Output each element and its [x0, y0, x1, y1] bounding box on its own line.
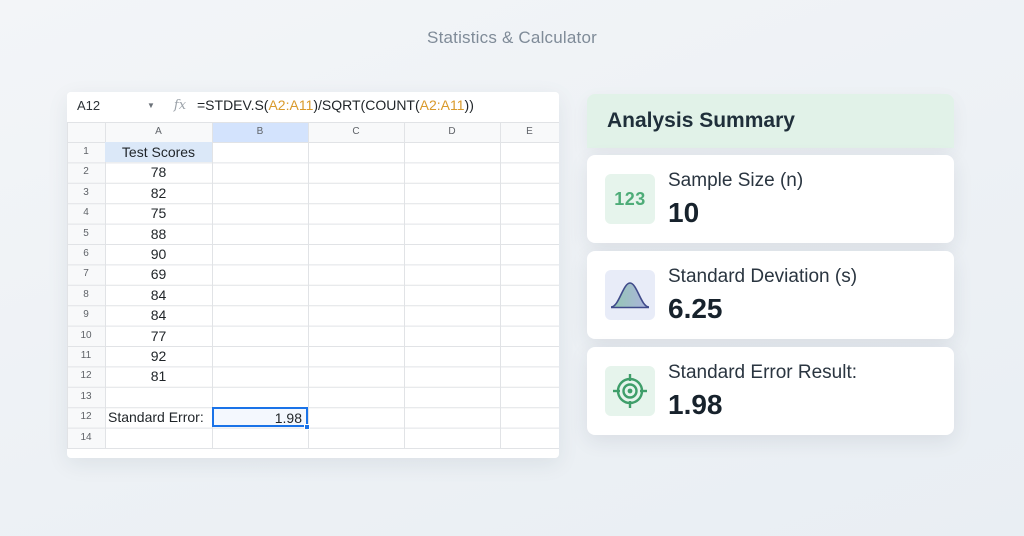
row-header[interactable]: 1 — [67, 142, 105, 162]
page-title: Statistics & Calculator — [427, 28, 597, 47]
score-cell[interactable]: 81 — [105, 366, 212, 386]
formula-range-reference: A2:A11 — [419, 97, 465, 113]
score-cell[interactable]: 84 — [105, 305, 212, 325]
column-header-d[interactable]: D — [404, 122, 500, 142]
score-cell[interactable]: 92 — [105, 346, 212, 366]
formula-text: )) — [464, 97, 474, 113]
std-error-card: Standard Error Result: 1.98 — [587, 347, 954, 435]
summary-header: Analysis Summary — [587, 94, 954, 148]
score-cell[interactable]: 82 — [105, 183, 212, 203]
dropdown-caret-icon[interactable]: ▼ — [147, 101, 155, 110]
row-header[interactable]: 3 — [67, 183, 105, 203]
score-cell[interactable]: 88 — [105, 224, 212, 244]
row-header[interactable]: 14 — [67, 428, 105, 448]
result-cell[interactable]: 1.98 — [212, 407, 308, 428]
row-header[interactable]: 12 — [67, 366, 105, 386]
column-header-b[interactable]: B — [212, 122, 308, 142]
column-header-c[interactable]: C — [308, 122, 404, 142]
row-header[interactable]: 12 — [67, 407, 105, 427]
page: Statistics & Calculator A12 ▼ fx =STDEV.… — [0, 0, 1024, 536]
score-cell[interactable]: 77 — [105, 326, 212, 346]
sample-size-value: 10 — [668, 197, 700, 228]
result-label-cell[interactable]: Standard Error: — [105, 407, 212, 427]
number-123-icon-text: 123 — [614, 188, 646, 209]
formula-text: )/SQRT(COUNT( — [313, 97, 420, 113]
score-cell[interactable]: 75 — [105, 203, 212, 223]
row-header[interactable]: 2 — [67, 162, 105, 182]
spreadsheet: A12 ▼ fx =STDEV.S(A2:A11)/SQRT(COUNT(A2:… — [67, 92, 559, 458]
formula-input[interactable]: =STDEV.S(A2:A11)/SQRT(COUNT(A2:A11)) — [197, 97, 474, 113]
row-header[interactable]: 10 — [67, 326, 105, 346]
cell-grid: A B C D E 1 2 3 4 5 6 7 8 9 10 11 12 13 12 14 Test Scores 78 8… — [67, 122, 559, 458]
name-box[interactable]: A12 ▼ — [67, 92, 163, 118]
std-dev-card: Standard Deviation (s) 6.25 — [587, 251, 954, 339]
row-header[interactable]: 13 — [67, 387, 105, 407]
std-error-value: 1.98 — [668, 389, 723, 420]
sample-size-card: 123 Sample Size (n) 10 — [587, 155, 954, 243]
column-header-a[interactable]: A — [105, 122, 212, 142]
row-header[interactable]: 4 — [67, 203, 105, 223]
row-header[interactable]: 6 — [67, 244, 105, 264]
row-header[interactable]: 11 — [67, 346, 105, 366]
bell-curve-icon — [605, 270, 655, 320]
formula-range-reference: A2:A11 — [268, 97, 314, 113]
score-cell[interactable]: 78 — [105, 162, 212, 182]
formula-bar: A12 ▼ fx =STDEV.S(A2:A11)/SQRT(COUNT(A2:… — [67, 92, 559, 118]
column-header-e[interactable]: E — [500, 122, 559, 142]
formula-text: =STDEV.S( — [197, 97, 269, 113]
header-cell[interactable]: Test Scores — [105, 142, 212, 162]
std-error-label: Standard Error Result: — [668, 362, 858, 383]
summary-title: Analysis Summary — [607, 109, 795, 132]
number-123-icon: 123 — [605, 174, 655, 224]
function-icon: fx — [173, 97, 187, 113]
row-header[interactable]: 9 — [67, 305, 105, 325]
score-cell[interactable]: 84 — [105, 285, 212, 305]
fill-handle[interactable] — [304, 423, 310, 430]
target-icon — [605, 366, 655, 416]
score-cell[interactable]: 90 — [105, 244, 212, 264]
std-dev-value: 6.25 — [668, 293, 723, 324]
row-header[interactable]: 8 — [67, 285, 105, 305]
sample-size-label: Sample Size (n) — [668, 170, 804, 191]
std-dev-label: Standard Deviation (s) — [668, 266, 858, 287]
row-header[interactable]: 5 — [67, 224, 105, 244]
score-cell[interactable]: 69 — [105, 264, 212, 284]
name-box-value: A12 — [77, 97, 101, 113]
row-header[interactable]: 7 — [67, 264, 105, 284]
